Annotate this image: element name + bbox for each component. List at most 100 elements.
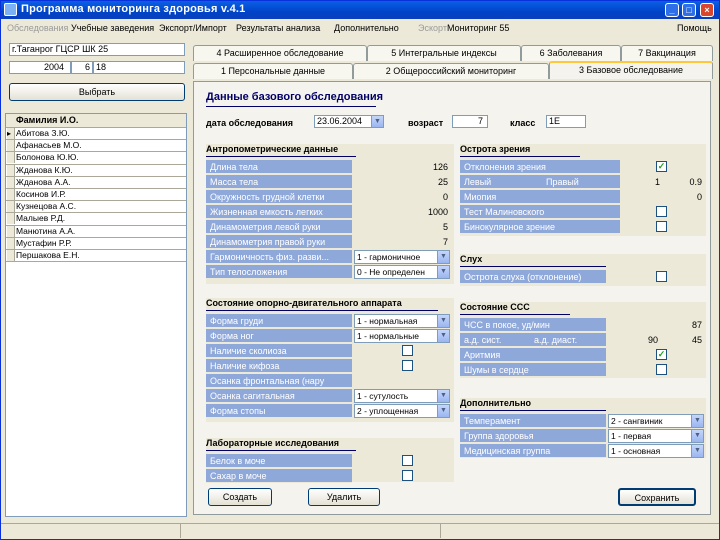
table-row[interactable]: Кузнецова А.С.: [6, 201, 186, 214]
anthro-row: Окружность грудной клетки 0: [206, 190, 452, 205]
title-bar[interactable]: Программа мониторинга здоровья v.4.1 _ □…: [1, 1, 719, 19]
chevron-down-icon[interactable]: ▼: [437, 330, 449, 342]
delete-button[interactable]: Удалить: [308, 488, 380, 506]
cardio-murmur-checkbox[interactable]: [656, 364, 667, 375]
extra-select[interactable]: 1 - основная ▼: [608, 444, 704, 458]
chevron-down-icon[interactable]: ▼: [691, 430, 703, 442]
musculo-row: Форма ног 1 - нормальные ▼: [206, 329, 452, 344]
musculo-select[interactable]: 2 - уплощенная ▼: [354, 404, 450, 418]
school-value: г.Таганрог ГЦСР ШК 25: [12, 44, 109, 54]
table-row[interactable]: Жданова А.А.: [6, 176, 186, 189]
maximize-button[interactable]: □: [682, 3, 696, 17]
anthro-row: Жизненная емкость легких 1000: [206, 205, 452, 220]
musculo-checkbox[interactable]: [402, 345, 413, 356]
musculo-select[interactable]: 1 - нормальная ▼: [354, 314, 450, 328]
anthro-value[interactable]: 126: [352, 160, 452, 174]
select-button[interactable]: Выбрать: [9, 83, 185, 101]
year-field[interactable]: 2004: [9, 61, 71, 74]
table-row[interactable]: Афанасьев М.О.: [6, 140, 186, 153]
chevron-down-icon[interactable]: ▼: [437, 390, 449, 402]
age-field[interactable]: 7: [452, 115, 488, 128]
chevron-down-icon[interactable]: ▼: [691, 445, 703, 457]
class-code-field[interactable]: 18: [93, 61, 185, 74]
vision-right-label: Правый: [510, 175, 620, 189]
create-button[interactable]: Создать: [208, 488, 272, 506]
musculo-label: Наличие сколиоза: [206, 344, 352, 358]
chevron-down-icon[interactable]: ▼: [437, 315, 449, 327]
save-button[interactable]: Сохранить: [618, 488, 696, 506]
extra-row: Группа здоровья 1 - первая ▼: [460, 429, 706, 444]
vision-myopia-value[interactable]: 0: [620, 190, 706, 204]
extra-select[interactable]: 1 - первая ▼: [608, 429, 704, 443]
anthro-value[interactable]: 25: [352, 175, 452, 189]
cardio-bp-dia-value[interactable]: 45: [662, 333, 706, 347]
anthro-value[interactable]: 0: [352, 190, 452, 204]
class-field[interactable]: 1Е: [546, 115, 586, 128]
exam-date-field[interactable]: 23.06.2004 ▼: [314, 115, 384, 128]
lab-checkbox[interactable]: [402, 470, 413, 481]
tab-basic-exam[interactable]: 3 Базовое обследование: [549, 61, 713, 79]
cardio-arrhythmia-checkbox[interactable]: ✓: [656, 349, 667, 360]
chevron-down-icon[interactable]: ▼: [437, 266, 449, 278]
anthro-select[interactable]: 1 - гармоничное ▼: [354, 250, 450, 264]
cardio-bp-sys-value[interactable]: 90: [606, 333, 662, 347]
table-row[interactable]: ▸ Абитова З.Ю.: [6, 128, 186, 141]
musculo-row: Форма стопы 2 - уплощенная ▼: [206, 404, 452, 419]
lab-label: Сахар в моче: [206, 469, 352, 483]
extra-select[interactable]: 2 - сангвиник ▼: [608, 414, 704, 428]
tab-extended-exam[interactable]: 4 Расширенное обследование: [193, 45, 367, 61]
tab-integral-indices[interactable]: 5 Интегральные индексы: [367, 45, 521, 61]
menu-help[interactable]: Помощь: [677, 23, 712, 33]
minimize-button[interactable]: _: [665, 3, 679, 17]
table-row[interactable]: Мустафин Р.Р.: [6, 237, 186, 250]
school-select[interactable]: г.Таганрог ГЦСР ШК 25: [9, 43, 185, 56]
menu-schools[interactable]: Учебные заведения: [71, 23, 154, 33]
chevron-down-icon[interactable]: ▼: [437, 405, 449, 417]
chevron-down-icon[interactable]: ▼: [371, 116, 383, 127]
tab-personal-data[interactable]: 1 Персональные данные: [193, 63, 353, 79]
students-grid[interactable]: Фамилия И.О. ▸ Абитова З.Ю. Афанасьев М.О.…: [5, 113, 187, 517]
row-indicator: [7, 176, 15, 188]
vision-test-label: Тест Малиновского: [460, 205, 620, 219]
student-name: Косинов И.Р.: [16, 188, 66, 199]
musculo-select-value: 1 - сутулость: [357, 391, 409, 401]
musculo-checkbox[interactable]: [402, 360, 413, 371]
menu-additional[interactable]: Дополнительно: [334, 23, 399, 33]
table-row[interactable]: Малыев Р.Д.: [6, 213, 186, 226]
grade-field[interactable]: 6: [71, 61, 93, 74]
vision-deviation-checkbox[interactable]: ✓: [656, 161, 667, 172]
musculo-select[interactable]: 1 - нормальные ▼: [354, 329, 450, 343]
cardio-hr-value[interactable]: 87: [606, 318, 706, 332]
anthro-label: Динамометрия левой руки: [206, 220, 352, 234]
table-row[interactable]: Косинов И.Р.: [6, 188, 186, 202]
close-button[interactable]: ×: [700, 3, 714, 17]
vision-right-value[interactable]: 0.9: [664, 175, 706, 189]
menu-export-import[interactable]: Экспорт/Импорт: [159, 23, 227, 33]
class-label: класс: [510, 118, 536, 128]
tab-diseases[interactable]: 6 Заболевания: [521, 45, 621, 61]
anthro-value[interactable]: 1000: [352, 205, 452, 219]
chevron-down-icon[interactable]: ▼: [437, 251, 449, 263]
extra-row: Медицинская группа 1 - основная ▼: [460, 444, 706, 459]
year-value: 2004: [43, 62, 64, 72]
menu-monitoring[interactable]: Мониторинг 55: [447, 23, 509, 33]
lab-checkbox[interactable]: [402, 455, 413, 466]
musculo-select[interactable]: 1 - сутулость ▼: [354, 389, 450, 403]
vision-test-checkbox[interactable]: [656, 206, 667, 217]
menu-results[interactable]: Результаты анализа: [236, 23, 320, 33]
table-row[interactable]: Жданова К.Ю.: [6, 164, 186, 177]
anthro-select-value: 0 - Не определен: [357, 267, 425, 277]
table-row[interactable]: Першакова Е.Н.: [6, 249, 186, 263]
chevron-down-icon[interactable]: ▼: [691, 415, 703, 427]
vision-left-value[interactable]: 1: [620, 175, 664, 189]
anthro-value[interactable]: 5: [352, 220, 452, 234]
anthro-value[interactable]: 7: [352, 235, 452, 249]
lab-row: Сахар в моче: [206, 469, 452, 484]
anthro-select[interactable]: 0 - Не определен ▼: [354, 265, 450, 279]
table-row[interactable]: Манютина А.А.: [6, 225, 186, 238]
tab-vaccination[interactable]: 7 Вакцинация: [621, 45, 713, 61]
tab-national-monitoring[interactable]: 2 Общероссийский мониторинг: [353, 63, 549, 79]
table-row[interactable]: Болонова Ю.Ю.: [6, 152, 186, 165]
vision-binocular-checkbox[interactable]: [656, 221, 667, 232]
hearing-checkbox[interactable]: [656, 271, 667, 282]
